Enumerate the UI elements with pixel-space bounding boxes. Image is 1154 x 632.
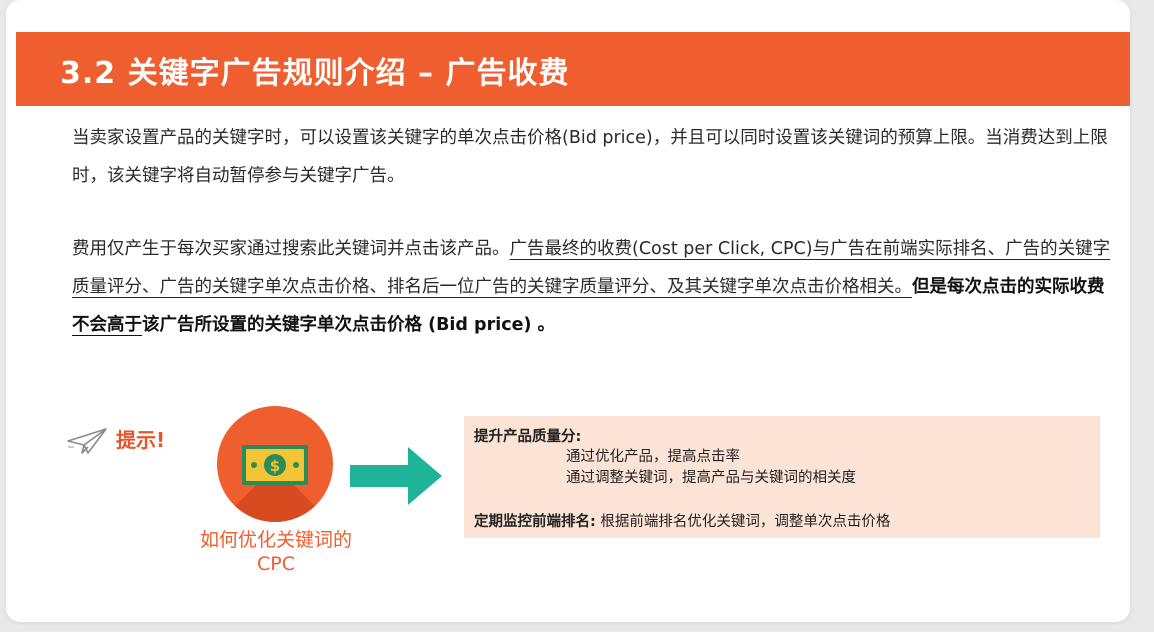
tip-box: 提升产品质量分: 通过优化产品，提高点击率 通过调整关键词，提高产品与关键词的相…	[464, 416, 1100, 538]
cpc-caption: 如何优化关键词的 CPC	[176, 528, 376, 576]
title-bar: 3.2 关键字广告规则介绍 – 广告收费	[16, 32, 1130, 106]
tip-box-heading-monitor: 定期监控前端排名:	[474, 514, 596, 530]
tip-box-item-ctr: 通过优化产品，提高点击率	[566, 449, 740, 465]
slide-title: 3.2 关键字广告规则介绍 – 广告收费	[60, 56, 570, 91]
svg-text:$: $	[270, 457, 280, 475]
paragraph-charging-bold-underlined: 不会高于	[72, 315, 142, 335]
tip-label: 提示!	[116, 428, 166, 452]
paragraph-bid-price: 当卖家设置产品的关键字时，可以设置该关键字的单次点击价格(Bid price)，…	[72, 128, 1108, 186]
paper-plane-icon	[67, 428, 107, 454]
tip-box-monitor-text: 根据前端排名优化关键词，调整单次点击价格	[595, 514, 891, 530]
paragraph-charging-bold-b: 该广告所设置的关键字单次点击价格 (Bid price) 。	[142, 315, 556, 335]
tip-box-item-relevance: 通过调整关键词，提高产品与关键词的相关度	[566, 470, 856, 486]
cpc-caption-line1: 如何优化关键词的	[199, 529, 352, 551]
cpc-circle-badge: $	[217, 406, 333, 522]
tip-box-monitor-line: 定期监控前端排名: 根据前端排名优化关键词，调整单次点击价格	[474, 510, 890, 531]
money-bill-icon: $	[242, 445, 308, 485]
paragraph-charging: 费用仅产生于每次买家通过搜索此关键词并点击该产品。广告最终的收费(Cost pe…	[72, 230, 1112, 344]
paragraph-charging-bold-a: 但是每次点击的实际收费	[912, 277, 1105, 297]
right-arrow-icon	[350, 447, 442, 505]
cpc-caption-line2: CPC	[257, 553, 295, 575]
tip-box-heading-quality: 提升产品质量分:	[474, 429, 582, 445]
paragraph-charging-plain: 费用仅产生于每次买家通过搜索此关键词并点击该产品。	[72, 239, 510, 259]
